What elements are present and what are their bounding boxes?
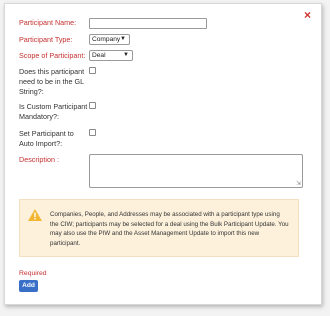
chevron-down-icon: ▼ [120,36,126,42]
auto-import-label-line-2: Auto Import?: [19,139,63,148]
resize-handle-icon[interactable]: ⇲ [296,180,301,187]
auto-import-checkbox[interactable] [89,129,96,136]
auto-import-label: Set Participant to Auto Import?: [19,129,74,149]
participant-type-label: Participant Type: [19,35,73,44]
gl-string-label-line-3: String?: [19,87,44,96]
participant-type-value: Company [92,36,121,43]
scope-select[interactable]: Deal ▼ [89,50,133,61]
close-icon[interactable]: × [304,8,311,22]
participant-type-select[interactable]: Company ▼ [89,34,130,45]
gl-string-checkbox[interactable] [89,67,96,74]
info-notice: Companies, People, and Addresses may be … [19,199,299,257]
add-button[interactable]: Add [19,280,38,292]
auto-import-label-line-1: Set Participant to [19,129,74,138]
description-textarea[interactable]: ⇲ [89,154,303,188]
add-participant-dialog: × Participant Name: Participant Type: Co… [4,3,322,305]
participant-name-label: Participant Name: [19,18,77,27]
description-label: Description : [19,155,59,164]
required-note: Required [19,270,47,277]
scope-label: Scope of Participant: [19,51,86,60]
custom-mandatory-label-line-2: Mandatory?: [19,112,59,121]
gl-string-label-line-2: need to be in the GL [19,77,85,86]
warning-icon [28,209,42,221]
custom-mandatory-label-line-1: Is Custom Participant [19,102,88,111]
chevron-down-icon: ▼ [123,52,129,58]
notice-text: Companies, People, and Addresses may be … [50,211,289,247]
scope-value: Deal [92,52,106,59]
custom-mandatory-label: Is Custom Participant Mandatory?: [19,102,87,122]
gl-string-label: Does this participant need to be in the … [19,67,84,97]
participant-name-input[interactable] [89,18,207,29]
gl-string-label-line-1: Does this participant [19,67,85,76]
custom-mandatory-checkbox[interactable] [89,102,96,109]
